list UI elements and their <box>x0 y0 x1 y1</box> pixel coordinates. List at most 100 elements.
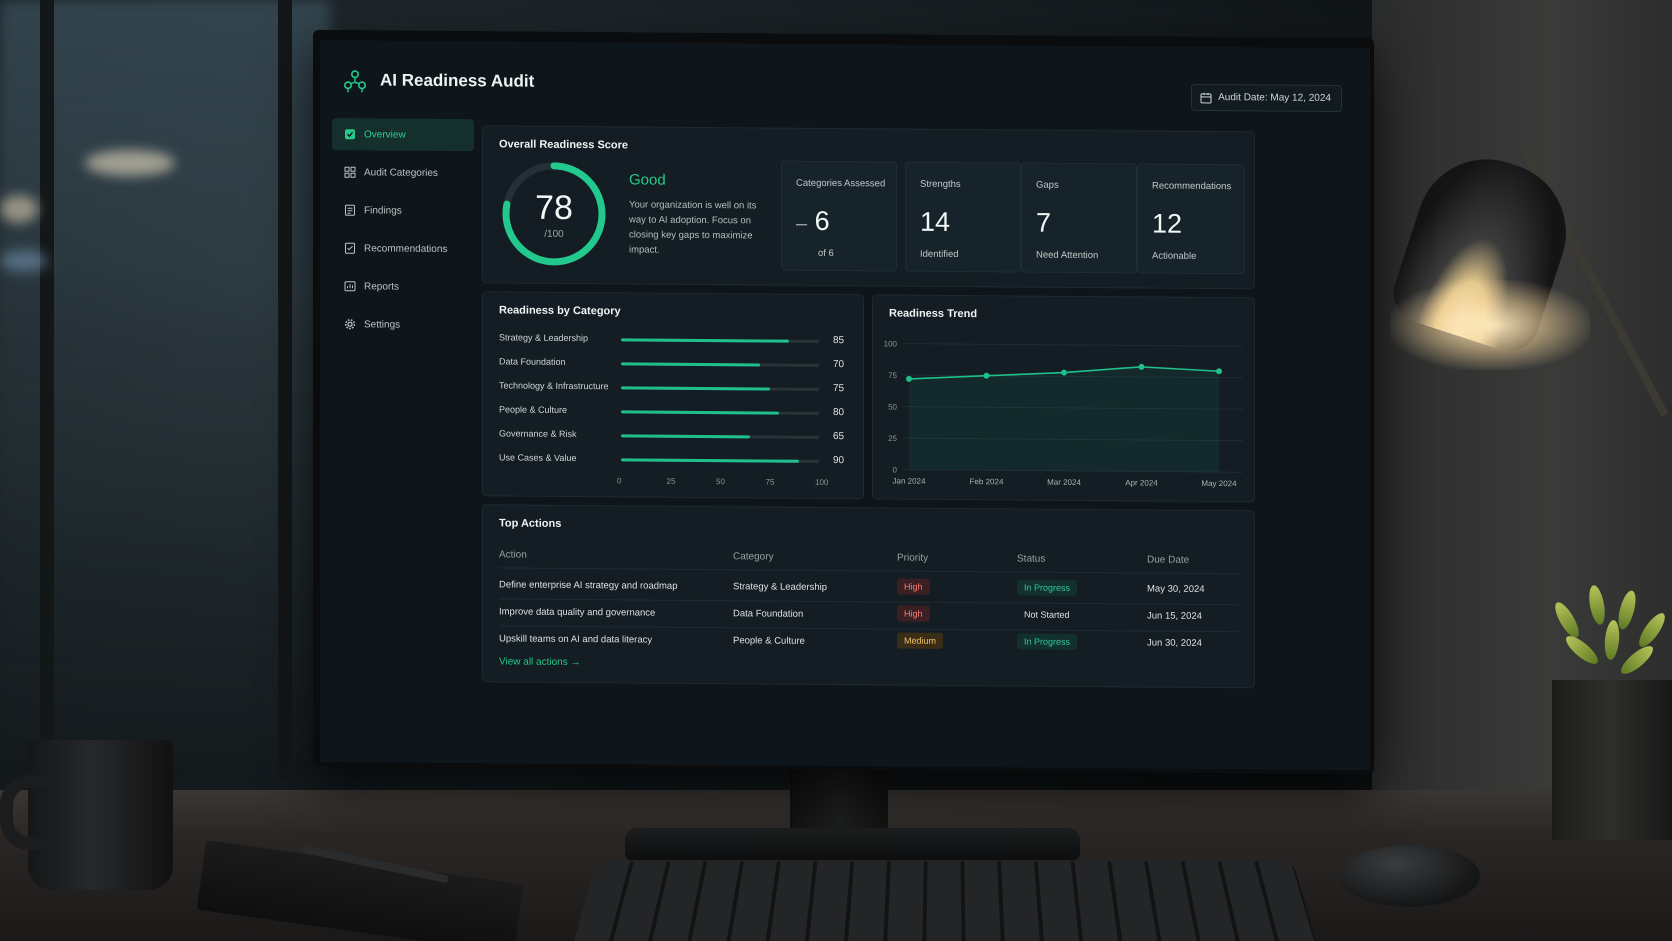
category-name: Data Foundation <box>499 356 566 367</box>
trend-y-tick: 75 <box>888 371 897 380</box>
score-rating: Good <box>629 171 666 189</box>
category-row: Technology & Infrastructure 75 <box>499 378 849 397</box>
category-bar-track <box>621 386 819 391</box>
view-all-label: View all actions <box>499 656 568 668</box>
categories-icon <box>344 166 356 178</box>
trend-x-tick: Feb 2024 <box>970 477 1004 486</box>
sidebar: Overview Audit Categories Findings Recom… <box>332 118 474 347</box>
stat-prefix: – <box>796 212 808 235</box>
category-value: 85 <box>833 335 845 347</box>
calendar-icon <box>1200 92 1212 103</box>
table-row[interactable]: Define enterprise AI strategy and roadma… <box>483 505 1254 606</box>
status-badge: Not Started <box>1024 609 1070 620</box>
score-value: 78 <box>535 188 573 227</box>
priority-badge: Medium <box>897 632 944 649</box>
stat-label: Gaps <box>1036 179 1059 191</box>
trend-chart: 0 25 50 75 100 Jan 2024 Feb 2024 Mar 2024 Apr 20… <box>884 339 1243 488</box>
trend-point <box>983 372 990 379</box>
trend-x-tick: Jan 2024 <box>893 476 926 485</box>
app-title: AI Readiness Audit <box>380 70 535 91</box>
bokeh-light <box>0 195 38 223</box>
column-header-status: Status <box>1017 553 1046 565</box>
sidebar-item-recommendations[interactable]: Recommendations <box>332 232 474 265</box>
trend-area <box>909 366 1219 473</box>
column-header-due-date: Due Date <box>1147 554 1190 566</box>
stat-number: 6 <box>814 205 830 237</box>
trend-y-tick: 25 <box>888 434 897 443</box>
category-name: People & Culture <box>499 404 568 415</box>
stat-label: Recommendations <box>1152 180 1232 193</box>
audit-date-text: Audit Date: May 12, 2024 <box>1218 92 1331 104</box>
monitor-stand-base <box>625 828 1080 860</box>
category-axis-tick: 0 <box>617 476 622 486</box>
category-row: Data Foundation 70 <box>499 354 849 373</box>
stat-sub: of 6 <box>818 247 834 260</box>
recommendations-icon <box>345 242 355 254</box>
bokeh-light <box>0 250 48 272</box>
priority-badge: High <box>897 605 930 622</box>
action-cell: Upskill teams on AI and data literacy <box>499 633 653 646</box>
category-bar <box>621 434 750 439</box>
category-value: 80 <box>833 407 845 419</box>
due-date-cell: Jun 15, 2024 <box>1147 610 1202 622</box>
sidebar-item-settings[interactable]: Settings <box>332 308 474 341</box>
category-bar <box>621 458 800 463</box>
category-bar <box>621 338 790 343</box>
trend-point <box>1138 363 1145 370</box>
reports-icon <box>344 281 356 292</box>
top-actions-card: Top Actions Action Category Priority Sta… <box>482 504 1255 689</box>
arrow-right-icon: → <box>570 656 581 669</box>
bokeh-light <box>85 150 175 176</box>
column-header-category: Category <box>733 551 774 563</box>
table-row[interactable]: Improve data quality and governance Data … <box>483 505 1254 633</box>
trend-gridline <box>903 343 1243 347</box>
category-name: Governance & Risk <box>499 428 577 440</box>
stat-label: Categories Assessed <box>796 177 886 190</box>
category-value: 90 <box>833 455 845 467</box>
category-row: People & Culture 80 <box>499 402 849 421</box>
view-all-actions-link[interactable]: View all actions → <box>499 656 581 668</box>
overall-score-title: Overall Readiness Score <box>499 138 629 152</box>
mouse <box>1340 845 1480 907</box>
due-date-cell: Jun 30, 2024 <box>1147 637 1202 649</box>
column-header-action: Action <box>499 549 527 561</box>
sidebar-item-label: Findings <box>364 204 402 217</box>
stat-value: – 6 <box>796 206 830 237</box>
sidebar-item-label: Reports <box>364 280 400 293</box>
score-max: /100 <box>544 228 564 240</box>
stat-sub: Identified <box>920 248 959 261</box>
status-badge: In Progress <box>1017 633 1078 650</box>
mug-handle <box>0 775 48 850</box>
category-value: 65 <box>833 431 845 443</box>
sidebar-item-audit-categories[interactable]: Audit Categories <box>332 156 474 189</box>
stat-label: Strengths <box>920 178 961 191</box>
sidebar-item-reports[interactable]: Reports <box>332 270 474 303</box>
score-description: Your organization is well on its way to … <box>629 199 757 256</box>
logo-icon <box>343 70 366 93</box>
trend-card: Readiness Trend 0 25 50 75 100 Jan 2024 Feb 20… <box>872 294 1255 503</box>
coffee-mug <box>28 740 173 890</box>
top-bar: AI Readiness Audit Audit Date: May 12, 2… <box>320 40 1370 116</box>
category-row: Strategy & Leadership 85 <box>499 330 849 349</box>
category-bar <box>621 386 770 391</box>
action-cell: Improve data quality and governance <box>499 606 656 619</box>
trend-x-tick: May 2024 <box>1201 479 1237 488</box>
findings-icon <box>345 204 355 216</box>
stat-recommendations: Recommendations 12 Actionable <box>1137 163 1245 275</box>
category-bar-track <box>621 362 819 367</box>
category-rows: Strategy & Leadership 85 Data Foundation 70… <box>483 292 863 466</box>
category-bar <box>621 362 760 367</box>
gear-icon <box>344 319 356 330</box>
category-name: Technology & Infrastructure <box>499 380 609 392</box>
due-date-cell: May 30, 2024 <box>1147 583 1205 595</box>
trend-point <box>906 375 912 382</box>
audit-date-badge[interactable]: Audit Date: May 12, 2024 <box>1191 83 1342 113</box>
action-cell: Define enterprise AI strategy and roadma… <box>499 579 678 592</box>
sidebar-item-label: Audit Categories <box>364 166 438 179</box>
sidebar-item-findings[interactable]: Findings <box>332 194 474 227</box>
trend-point <box>1216 368 1222 375</box>
table-row[interactable]: Upskill teams on AI and data literacy Peo… <box>483 505 1254 650</box>
stat-strengths: Strengths 14 Identified <box>905 161 1021 273</box>
category-value: 70 <box>833 359 845 371</box>
sidebar-item-overview[interactable]: Overview <box>332 118 474 152</box>
